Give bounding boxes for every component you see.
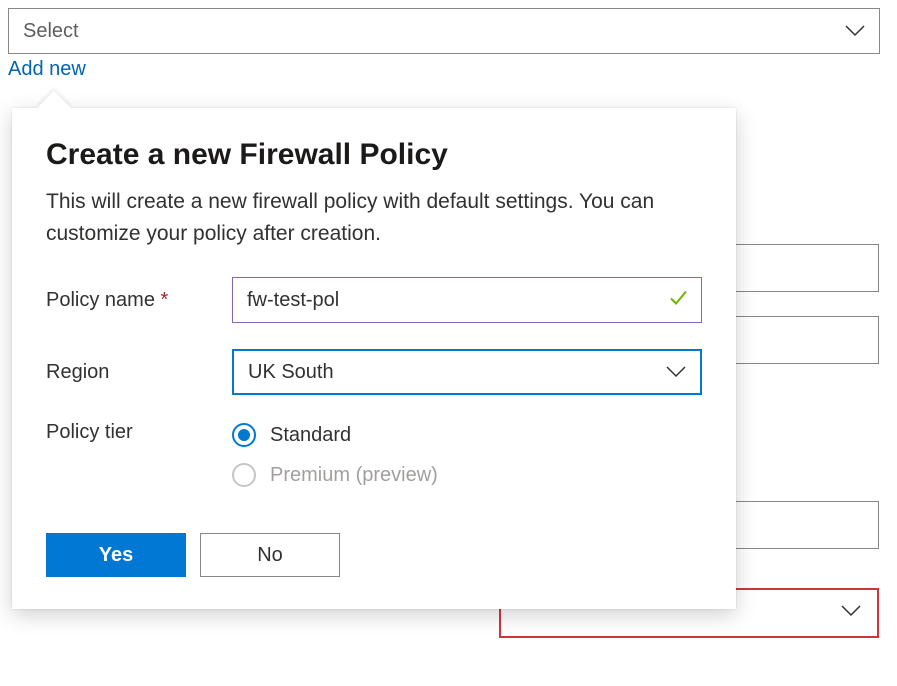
checkmark-icon xyxy=(668,288,688,313)
tier-standard-label: Standard xyxy=(270,424,351,447)
policy-name-input[interactable] xyxy=(232,277,702,323)
yes-button[interactable]: Yes xyxy=(46,533,186,577)
chevron-down-icon xyxy=(845,20,865,43)
chevron-down-icon xyxy=(841,604,861,622)
region-label: Region xyxy=(46,361,232,384)
tier-option-standard[interactable]: Standard xyxy=(232,423,438,447)
firewall-policy-select[interactable]: Select xyxy=(8,8,880,54)
tier-premium-label: Premium (preview) xyxy=(270,464,438,487)
chevron-down-icon xyxy=(666,361,686,384)
no-button[interactable]: No xyxy=(200,533,340,577)
create-firewall-policy-callout: Create a new Firewall Policy This will c… xyxy=(12,108,736,609)
tier-option-premium: Premium (preview) xyxy=(232,463,438,487)
callout-beak xyxy=(37,91,71,125)
select-placeholder: Select xyxy=(23,20,79,43)
region-value: UK South xyxy=(248,361,334,384)
policy-name-label: Policy name * xyxy=(46,289,232,312)
add-new-link[interactable]: Add new xyxy=(8,58,86,81)
required-asterisk: * xyxy=(161,289,169,311)
callout-description: This will create a new firewall policy w… xyxy=(46,186,702,249)
policy-tier-radio-group: Standard Premium (preview) xyxy=(232,421,438,487)
region-select[interactable]: UK South xyxy=(232,349,702,395)
radio-unselected-icon xyxy=(232,463,256,487)
callout-title: Create a new Firewall Policy xyxy=(46,138,702,172)
policy-tier-label: Policy tier xyxy=(46,421,232,444)
radio-selected-icon xyxy=(232,423,256,447)
